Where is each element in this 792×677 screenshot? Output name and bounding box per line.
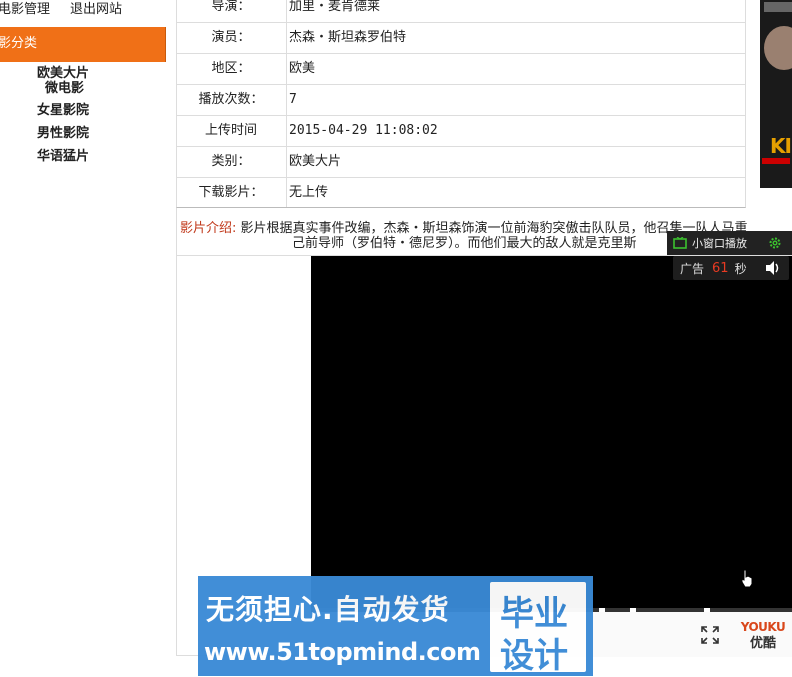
movie-poster[interactable]: KI bbox=[760, 0, 792, 188]
region-label: 地区： bbox=[176, 54, 287, 84]
mini-window-label: 小窗口播放 bbox=[692, 237, 747, 250]
info-row-download: 下载影片： 无上传 bbox=[176, 178, 746, 209]
ad-seconds: 61 bbox=[712, 260, 729, 276]
mini-window-button[interactable]: 小窗口播放 bbox=[667, 231, 792, 255]
poster-top-text bbox=[764, 2, 792, 12]
sidebar: 电影管理 退出网站 影分类 欧美大片 微电影 女星影院 男性影院 华语猛片 bbox=[0, 0, 170, 677]
hand-cursor-icon bbox=[741, 569, 753, 588]
video-player[interactable] bbox=[311, 256, 792, 612]
category-list: 欧美大片 微电影 女星影院 男性影院 华语猛片 bbox=[0, 64, 166, 170]
watermark-badge-line2: 设计 bbox=[500, 636, 568, 676]
category-item-chinese[interactable]: 华语猛片 bbox=[0, 147, 166, 170]
category-value: 欧美大片 bbox=[289, 154, 342, 169]
tv-icon bbox=[673, 237, 687, 249]
actors-value: 杰森・斯坦森罗伯特 bbox=[289, 30, 407, 45]
poster-title-mark: KI bbox=[770, 134, 792, 158]
info-row-actors: 演员： 杰森・斯坦森罗伯特 bbox=[176, 23, 746, 54]
volume-icon[interactable] bbox=[765, 260, 781, 276]
ad-unit: 秒 bbox=[734, 261, 747, 276]
youku-logo[interactable]: YOUKU 优酷 bbox=[739, 620, 787, 651]
ad-countdown: 广告 61 秒 bbox=[673, 256, 789, 280]
info-row-category: 类别： 欧美大片 bbox=[176, 147, 746, 178]
play-count-label: 播放次数： bbox=[176, 85, 287, 115]
watermark-url: www.51topmind.com bbox=[204, 638, 481, 666]
intro-text-2: 己前导师（罗伯特・德尼罗）。而他们最大的敌人就是克里斯 bbox=[292, 236, 637, 251]
intro-label: 影片介绍: bbox=[180, 221, 237, 236]
download-value[interactable]: 无上传 bbox=[288, 178, 328, 208]
info-row-play-count: 播放次数： 7 bbox=[176, 85, 746, 116]
info-row-upload-time: 上传时间 2015-04-29 11:08:02 bbox=[176, 116, 746, 147]
movie-manage-link[interactable]: 电影管理 bbox=[0, 0, 50, 24]
watermark-badge: 毕业 设计 bbox=[490, 582, 586, 676]
content-left-border bbox=[176, 256, 177, 656]
info-row-director: 导演： 加里・麦肯德莱 bbox=[176, 0, 746, 23]
poster-face bbox=[764, 26, 792, 70]
download-label: 下载影片： bbox=[176, 178, 287, 208]
movie-info-table: 导演： 加里・麦肯德莱 演员： 杰森・斯坦森罗伯特 地区： 欧美 播放次数： 7… bbox=[176, 0, 746, 209]
category-item-actress[interactable]: 女星影院 bbox=[0, 101, 166, 124]
director-value: 加里・麦肯德莱 bbox=[289, 0, 381, 14]
actors-label: 演员： bbox=[176, 23, 287, 53]
ad-label: 广告 bbox=[680, 261, 705, 276]
watermark-slogan: 无须担心.自动发货 bbox=[206, 593, 450, 626]
category-label: 类别： bbox=[176, 147, 287, 177]
fullscreen-icon[interactable] bbox=[701, 626, 719, 644]
play-count-value: 7 bbox=[289, 92, 297, 107]
upload-time-label: 上传时间 bbox=[176, 116, 287, 146]
gear-icon[interactable] bbox=[768, 236, 782, 250]
top-links: 电影管理 退出网站 bbox=[0, 0, 122, 24]
page: 电影管理 退出网站 影分类 欧美大片 微电影 女星影院 男性影院 华语猛片 导演… bbox=[0, 0, 792, 677]
category-item-micro-film[interactable]: 微电影 bbox=[0, 79, 166, 102]
director-label: 导演： bbox=[176, 0, 287, 22]
logout-link[interactable]: 退出网站 bbox=[70, 0, 122, 24]
category-item-male[interactable]: 男性影院 bbox=[0, 124, 166, 147]
region-value: 欧美 bbox=[289, 61, 316, 76]
upload-time-value: 2015-04-29 11:08:02 bbox=[289, 123, 438, 138]
watermark-banner: 无须担心.自动发货 www.51topmind.com 毕业 设计 bbox=[198, 576, 593, 676]
poster-red-strip bbox=[762, 158, 790, 164]
info-row-region: 地区： 欧美 bbox=[176, 54, 746, 85]
youku-brand-bottom: 优酷 bbox=[749, 636, 776, 651]
category-header: 影分类 bbox=[0, 27, 166, 62]
